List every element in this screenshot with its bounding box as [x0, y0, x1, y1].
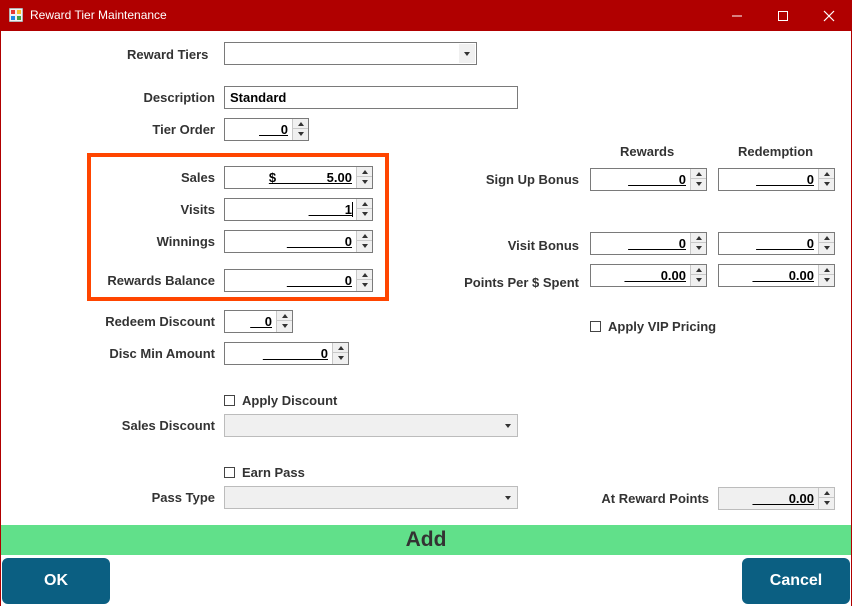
apply-vip-pricing-checkbox[interactable]: Apply VIP Pricing	[590, 319, 716, 334]
spin-down-icon[interactable]	[819, 498, 834, 508]
disc-min-amount-spinner[interactable]: ________0	[224, 342, 349, 365]
spin-down-icon[interactable]	[293, 129, 308, 139]
spin-up-icon[interactable]	[357, 270, 372, 280]
at-reward-points-spinner[interactable]: _____0.00	[718, 487, 835, 510]
spin-down-icon[interactable]	[357, 177, 372, 187]
add-button[interactable]: Add	[1, 525, 851, 555]
spin-up-icon[interactable]	[691, 233, 706, 243]
pass-type-combo[interactable]	[224, 486, 518, 509]
spin-down-icon[interactable]	[691, 275, 706, 285]
spin-up-icon[interactable]	[691, 169, 706, 179]
checkbox-box[interactable]	[224, 395, 235, 406]
checkbox-box[interactable]	[224, 467, 235, 478]
tier-order-spinner[interactable]: ___0	[224, 118, 309, 141]
checkbox-box[interactable]	[590, 321, 601, 332]
points-per-dollar-rewards-spinner[interactable]: _____0.00	[590, 264, 707, 287]
spin-up-icon[interactable]	[293, 119, 308, 129]
spin-down-icon[interactable]	[357, 280, 372, 290]
spin-down-icon[interactable]	[819, 243, 834, 253]
redeem-discount-spinner[interactable]: __0	[224, 310, 293, 333]
text-caret	[352, 202, 353, 217]
visit-bonus-rewards-spinner[interactable]: _______0	[590, 232, 707, 255]
spin-down-icon[interactable]	[277, 321, 292, 331]
disc-min-amount-label: Disc Min Amount	[109, 346, 215, 361]
description-input[interactable]: Standard	[224, 86, 518, 109]
spin-down-icon[interactable]	[357, 241, 372, 251]
chevron-down-icon[interactable]	[500, 488, 516, 507]
rewards-column-header: Rewards	[620, 144, 675, 159]
winnings-label: Winnings	[156, 234, 215, 249]
minimize-button[interactable]	[714, 0, 760, 31]
pass-type-label: Pass Type	[151, 490, 215, 505]
sales-spinner[interactable]: $_______5.00	[224, 166, 373, 189]
tier-order-label: Tier Order	[152, 122, 215, 137]
winnings-spinner[interactable]: ________0	[224, 230, 373, 253]
spin-down-icon[interactable]	[819, 275, 834, 285]
apply-discount-checkbox[interactable]: Apply Discount	[224, 393, 337, 408]
sign-up-bonus-redemption-spinner[interactable]: _______0	[718, 168, 835, 191]
earn-pass-checkbox[interactable]: Earn Pass	[224, 465, 305, 480]
sales-discount-combo[interactable]	[224, 414, 518, 437]
maximize-button[interactable]	[760, 0, 806, 31]
spin-up-icon[interactable]	[819, 265, 834, 275]
spin-up-icon[interactable]	[819, 233, 834, 243]
points-per-dollar-redemption-spinner[interactable]: _____0.00	[718, 264, 835, 287]
redemption-column-header: Redemption	[738, 144, 814, 159]
spin-up-icon[interactable]	[819, 169, 834, 179]
visit-bonus-redemption-spinner[interactable]: _______0	[718, 232, 835, 255]
spin-up-icon[interactable]	[357, 231, 372, 241]
chevron-down-icon[interactable]	[500, 416, 516, 435]
sales-label: Sales	[181, 170, 215, 185]
at-reward-points-label: At Reward Points	[601, 491, 709, 506]
reward-tiers-label: Reward Tiers	[127, 47, 209, 62]
redeem-discount-label: Redeem Discount	[105, 314, 215, 329]
spin-up-icon[interactable]	[691, 265, 706, 275]
close-icon	[823, 10, 835, 21]
maximize-icon	[778, 10, 788, 21]
spin-down-icon[interactable]	[691, 243, 706, 253]
chevron-down-icon[interactable]	[459, 44, 475, 63]
spin-down-icon[interactable]	[357, 209, 372, 219]
visits-spinner[interactable]: _____1	[224, 198, 373, 221]
title-bar: Reward Tier Maintenance	[0, 0, 852, 31]
spin-up-icon[interactable]	[277, 311, 292, 321]
minimize-icon	[732, 15, 742, 16]
spin-up-icon[interactable]	[357, 167, 372, 177]
cancel-button[interactable]: Cancel	[742, 558, 850, 604]
spin-down-icon[interactable]	[691, 179, 706, 189]
visits-label: Visits	[180, 202, 215, 217]
description-label: Description	[143, 90, 215, 105]
sign-up-bonus-label: Sign Up Bonus	[485, 172, 579, 187]
close-button[interactable]	[806, 0, 852, 31]
spin-up-icon[interactable]	[357, 199, 372, 209]
spin-up-icon[interactable]	[819, 488, 834, 498]
points-per-dollar-label: Points Per $ Spent	[464, 275, 579, 290]
sales-discount-label: Sales Discount	[121, 418, 215, 433]
visit-bonus-label: Visit Bonus	[507, 238, 579, 253]
rewards-balance-spinner[interactable]: ________0	[224, 269, 373, 292]
spin-down-icon[interactable]	[819, 179, 834, 189]
reward-tiers-combo[interactable]	[224, 42, 477, 65]
window-title: Reward Tier Maintenance	[30, 8, 167, 22]
app-icon	[8, 7, 24, 23]
ok-button[interactable]: OK	[2, 558, 110, 604]
spin-down-icon[interactable]	[333, 353, 348, 363]
spin-up-icon[interactable]	[333, 343, 348, 353]
rewards-balance-label: Rewards Balance	[107, 273, 215, 288]
sign-up-bonus-rewards-spinner[interactable]: _______0	[590, 168, 707, 191]
